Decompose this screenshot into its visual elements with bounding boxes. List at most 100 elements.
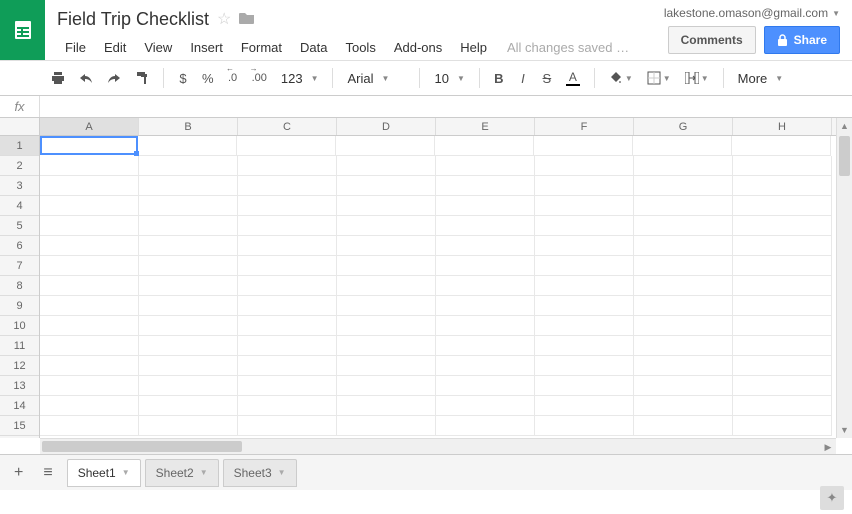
comments-button[interactable]: Comments [668,26,756,54]
cell-C9[interactable] [238,296,337,316]
number-format-select[interactable]: 123▼ [275,69,325,88]
cell-B8[interactable] [139,276,238,296]
cell-H12[interactable] [733,356,832,376]
cell-D2[interactable] [337,156,436,176]
percent-button[interactable]: % [196,66,220,90]
sheet-tab-sheet2[interactable]: Sheet2▼ [145,459,219,487]
cell-G4[interactable] [634,196,733,216]
cell-H14[interactable] [733,396,832,416]
cell-D6[interactable] [337,236,436,256]
cell-F5[interactable] [535,216,634,236]
row-header-13[interactable]: 13 [0,376,39,396]
scroll-right-icon[interactable]: ▶ [820,439,836,454]
currency-button[interactable]: $ [172,66,194,90]
cell-F12[interactable] [535,356,634,376]
cell-A4[interactable] [40,196,139,216]
cell-E14[interactable] [436,396,535,416]
cell-D7[interactable] [337,256,436,276]
cell-A6[interactable] [40,236,139,256]
cell-C5[interactable] [238,216,337,236]
increase-decimal-button[interactable]: →.00 [246,66,273,90]
row-header-10[interactable]: 10 [0,316,39,336]
cell-G14[interactable] [634,396,733,416]
horizontal-scrollbar[interactable]: ◀ ▶ [40,438,836,454]
italic-button[interactable]: I [512,66,534,90]
cell-B6[interactable] [139,236,238,256]
cell-C15[interactable] [238,416,337,436]
row-header-3[interactable]: 3 [0,176,39,196]
cell-E9[interactable] [436,296,535,316]
scroll-down-icon[interactable]: ▼ [837,422,852,438]
cell-D14[interactable] [337,396,436,416]
cell-A3[interactable] [40,176,139,196]
column-header-A[interactable]: A [40,118,139,135]
cell-E10[interactable] [436,316,535,336]
cell-H1[interactable] [732,136,831,156]
cell-F15[interactable] [535,416,634,436]
cell-F10[interactable] [535,316,634,336]
cell-H5[interactable] [733,216,832,236]
cell-H8[interactable] [733,276,832,296]
cell-A2[interactable] [40,156,139,176]
cell-D10[interactable] [337,316,436,336]
cell-E7[interactable] [436,256,535,276]
cell-A1[interactable] [40,136,138,155]
sheet-tab-sheet1[interactable]: Sheet1▼ [67,459,141,487]
cell-D13[interactable] [337,376,436,396]
menu-help[interactable]: Help [452,38,495,57]
cell-H2[interactable] [733,156,832,176]
cell-E8[interactable] [436,276,535,296]
cell-B2[interactable] [139,156,238,176]
decrease-decimal-button[interactable]: ←.0 [222,66,244,90]
horizontal-scroll-thumb[interactable] [42,441,242,452]
cell-G1[interactable] [633,136,732,156]
row-header-6[interactable]: 6 [0,236,39,256]
cell-H6[interactable] [733,236,832,256]
cell-H13[interactable] [733,376,832,396]
cell-H11[interactable] [733,336,832,356]
folder-icon[interactable] [239,11,255,28]
paint-format-button[interactable] [129,66,155,90]
vertical-scrollbar[interactable]: ▲ ▼ [836,118,852,438]
cell-E2[interactable] [436,156,535,176]
cell-A10[interactable] [40,316,139,336]
cell-D12[interactable] [337,356,436,376]
cell-D9[interactable] [337,296,436,316]
cell-B12[interactable] [139,356,238,376]
print-button[interactable] [45,66,71,90]
column-header-C[interactable]: C [238,118,337,135]
row-header-2[interactable]: 2 [0,156,39,176]
cell-E5[interactable] [436,216,535,236]
cell-F13[interactable] [535,376,634,396]
cell-G12[interactable] [634,356,733,376]
menu-insert[interactable]: Insert [182,38,231,57]
row-header-5[interactable]: 5 [0,216,39,236]
cell-H10[interactable] [733,316,832,336]
cell-E6[interactable] [436,236,535,256]
cell-B5[interactable] [139,216,238,236]
cell-C10[interactable] [238,316,337,336]
cell-G15[interactable] [634,416,733,436]
cell-G11[interactable] [634,336,733,356]
column-header-H[interactable]: H [733,118,832,135]
menu-addons[interactable]: Add-ons [386,38,450,57]
cell-C11[interactable] [238,336,337,356]
cell-A7[interactable] [40,256,139,276]
borders-button[interactable]: ▼ [641,66,677,90]
undo-button[interactable] [73,66,99,90]
row-header-15[interactable]: 15 [0,416,39,436]
share-button[interactable]: Share [764,26,840,54]
cell-C4[interactable] [238,196,337,216]
font-size-select[interactable]: 10▼ [428,69,470,88]
redo-button[interactable] [101,66,127,90]
cell-G10[interactable] [634,316,733,336]
cell-E3[interactable] [436,176,535,196]
row-header-4[interactable]: 4 [0,196,39,216]
menu-tools[interactable]: Tools [337,38,383,57]
all-sheets-button[interactable]: ≡ [37,460,58,486]
cell-D8[interactable] [337,276,436,296]
cell-G2[interactable] [634,156,733,176]
cell-G5[interactable] [634,216,733,236]
add-sheet-button[interactable]: + [8,460,29,486]
cell-D11[interactable] [337,336,436,356]
